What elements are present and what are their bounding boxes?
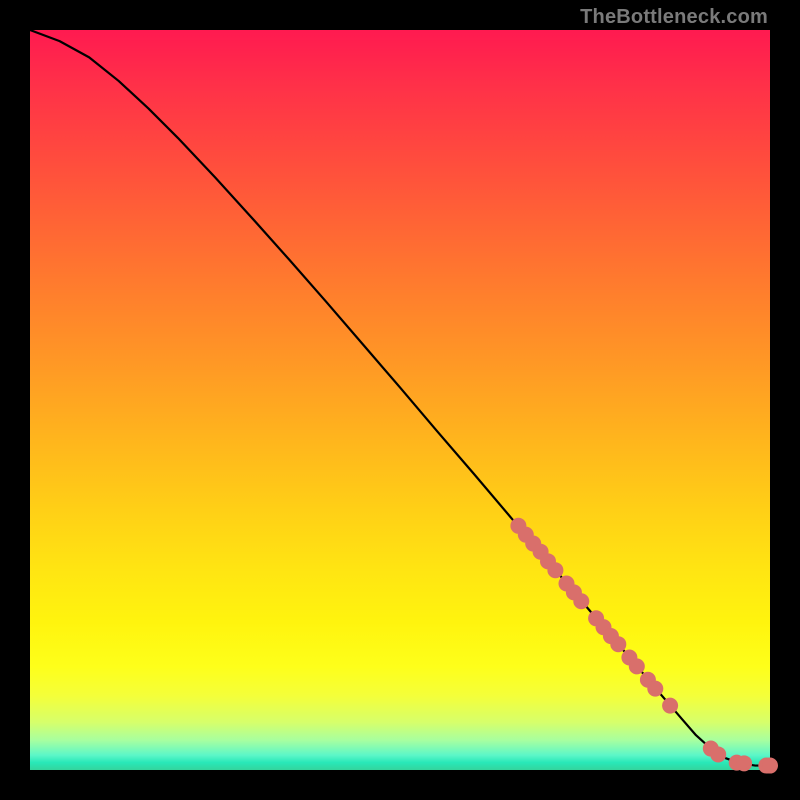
chart-overlay [30, 30, 770, 770]
data-point [710, 746, 726, 762]
data-point [736, 755, 752, 771]
data-point [662, 698, 678, 714]
watermark-text: TheBottleneck.com [580, 6, 768, 29]
data-point [573, 593, 589, 609]
data-point [762, 758, 778, 774]
data-point [629, 658, 645, 674]
chart-frame: TheBottleneck.com [0, 0, 800, 800]
bottleneck-curve [30, 30, 770, 766]
data-point [547, 562, 563, 578]
highlight-points [510, 518, 778, 774]
data-point [647, 681, 663, 697]
data-point [610, 636, 626, 652]
